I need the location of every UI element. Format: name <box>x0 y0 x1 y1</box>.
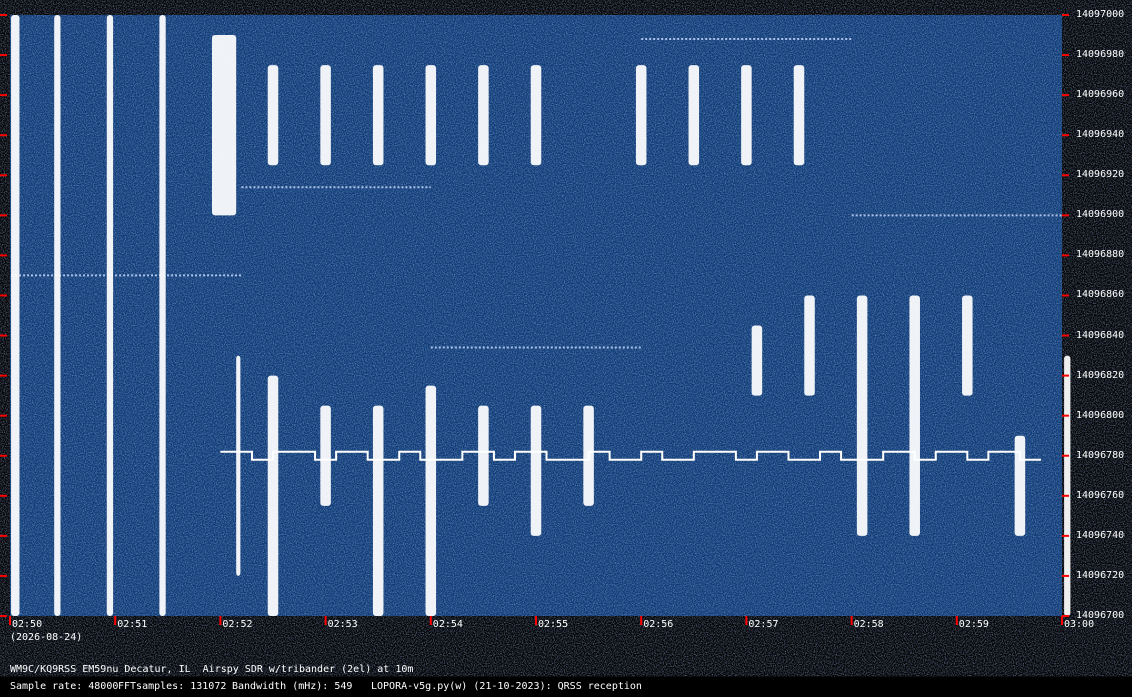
signal-mark <box>1014 435 1026 536</box>
signal-mark <box>804 295 815 396</box>
signal-mark <box>425 385 437 616</box>
signal-mark <box>793 65 805 166</box>
freq-tick-label: 14096800 <box>1076 409 1125 421</box>
time-tick-label: 02:58 <box>853 619 884 630</box>
freq-tick-label: 14096720 <box>1076 569 1125 581</box>
freq-tick-label: 14096880 <box>1076 249 1125 261</box>
signal-mark <box>372 405 384 616</box>
freq-tick-label: 14096960 <box>1076 89 1125 101</box>
freq-tick-label: 14096980 <box>1076 49 1125 61</box>
freq-tick-label: 14096740 <box>1076 529 1125 541</box>
signal-mark <box>267 375 279 616</box>
signal-mark <box>962 295 973 396</box>
signal-mark <box>530 405 542 536</box>
signal-mark <box>54 15 61 616</box>
signal-mark <box>425 65 437 166</box>
signal-mark <box>530 65 542 166</box>
freq-tick-label: 14096820 <box>1076 369 1125 381</box>
freq-tick-label: 14096860 <box>1076 289 1125 301</box>
freq-tick-label: 14096760 <box>1076 489 1125 501</box>
signal-mark <box>856 295 868 536</box>
signal-mark <box>320 405 331 506</box>
signal-mark <box>372 65 384 166</box>
time-tick-label: 02:52 <box>222 619 253 630</box>
freq-tick-label: 14096780 <box>1076 449 1125 461</box>
time-tick-label: 03:00 <box>1064 619 1095 630</box>
time-tick-label: 02:57 <box>748 619 779 630</box>
time-tick-label: 02:53 <box>327 619 358 630</box>
freq-tick-label: 14096940 <box>1076 129 1125 141</box>
time-tick-label: 02:56 <box>643 619 674 630</box>
sample-rate-label: Sample rate: 48000 <box>10 681 119 692</box>
signal-mark <box>211 35 237 216</box>
signal-mark <box>751 325 763 396</box>
software-label: LOPORA-v5g.py(w) (21-10-2023): QRSS rece… <box>371 681 642 692</box>
time-tick-label: 02:59 <box>958 619 989 630</box>
signal-mark <box>159 15 166 616</box>
signal-mark <box>688 65 700 166</box>
time-tick-label: 02:54 <box>432 619 463 630</box>
signal-mark <box>267 65 279 166</box>
time-tick-label: 02:55 <box>538 619 569 630</box>
signal-mark <box>11 15 20 616</box>
signal-mark <box>635 65 647 166</box>
signal-mark <box>909 295 920 536</box>
signal-mark <box>106 15 114 616</box>
station-label: WM9C/KQ9RSS EM59nu Decatur, IL Airspy SD… <box>10 664 414 675</box>
time-tick-label: 02:50 <box>12 619 43 630</box>
freq-tick-label: 14097000 <box>1076 9 1125 20</box>
waterfall-overlay <box>0 14 1071 625</box>
signal-mark <box>478 65 489 166</box>
freq-tick-label: 14096840 <box>1076 329 1125 341</box>
signal-mark <box>236 355 241 576</box>
freq-tick-label: 14096900 <box>1076 209 1125 221</box>
time-tick-label: 02:51 <box>117 619 148 630</box>
date-label: (2026-08-24) <box>10 632 83 643</box>
signal-mark <box>320 65 331 166</box>
fft-samples-label: FFTsamples: 131072 <box>118 681 227 692</box>
freq-tick-label: 14096920 <box>1076 169 1125 181</box>
signal-mark <box>478 405 489 506</box>
signal-mark <box>741 65 752 166</box>
signal-mark <box>1064 355 1071 616</box>
bandwidth-label: Bandwidth (mHz): 549 <box>232 681 353 692</box>
